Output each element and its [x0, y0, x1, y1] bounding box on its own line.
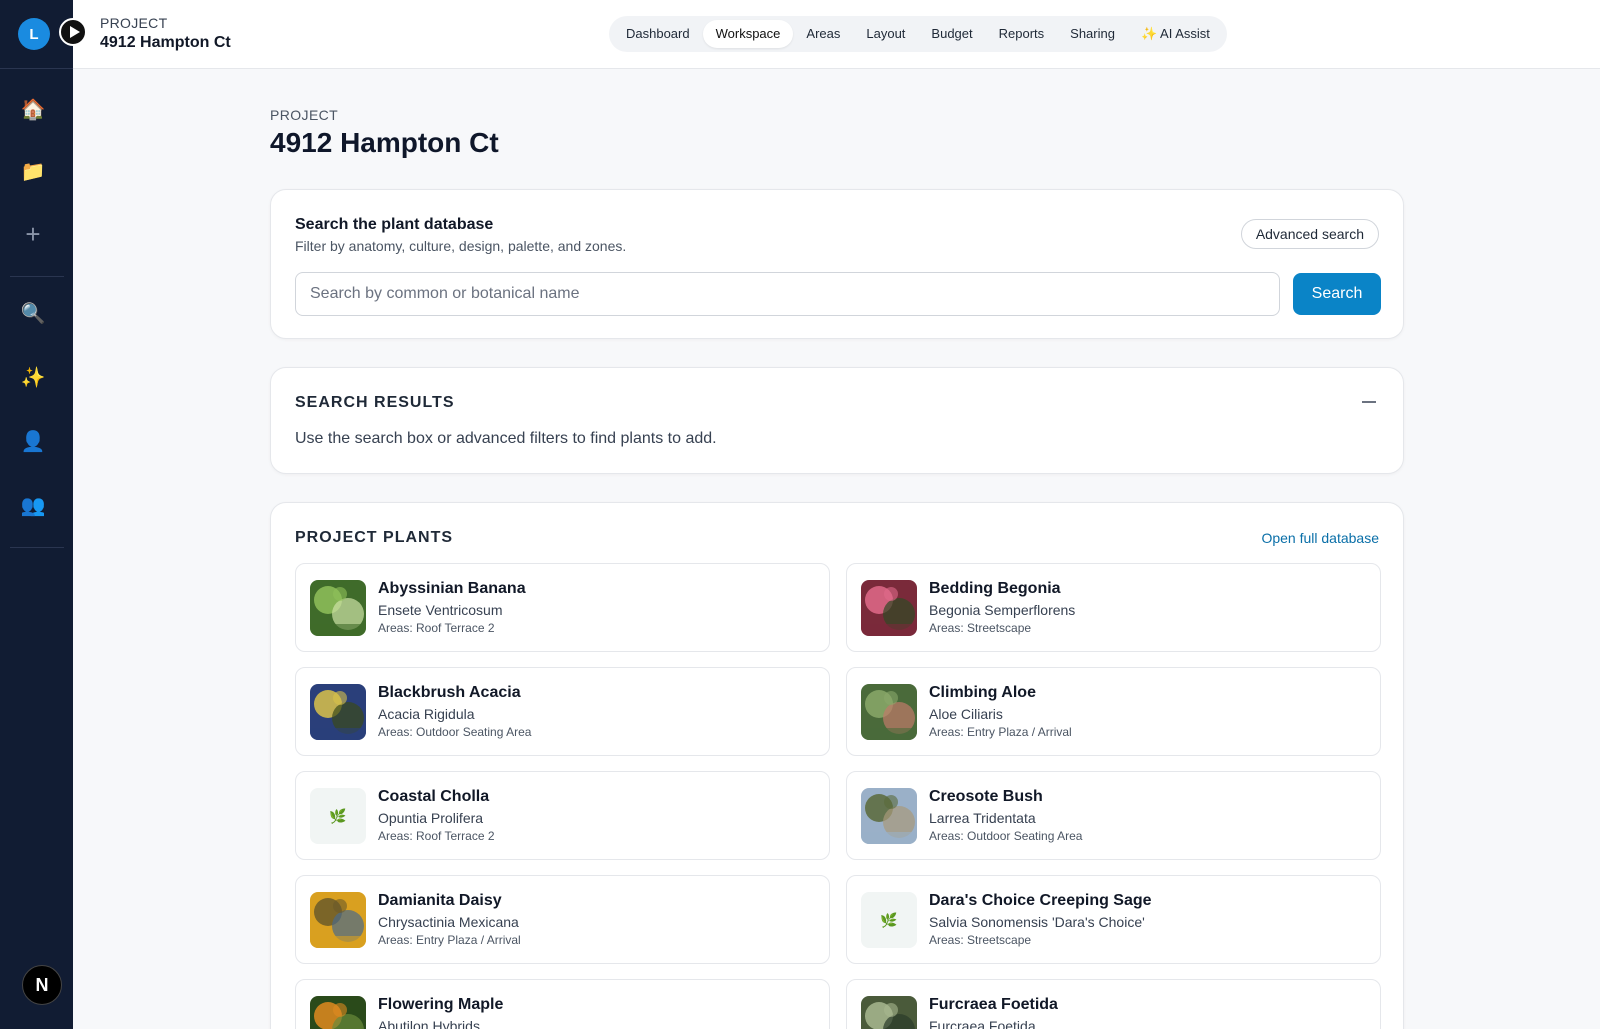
plant-botanical-name: Ensete Ventricosum — [378, 602, 503, 618]
top-nav: Dashboard Workspace Areas Layout Budget … — [609, 16, 1227, 52]
plant-card[interactable]: Abyssinian Banana Ensete Ventricosum Areas… — [295, 563, 830, 652]
user-icon[interactable]: 👤 — [12, 420, 54, 462]
plant-areas: Areas: Streetscape — [929, 933, 1032, 947]
app-logo[interactable]: L — [18, 18, 50, 50]
plant-photo — [861, 684, 917, 740]
plant-name: Furcraea Foetida — [929, 996, 1058, 1013]
plant-botanical-name: Opuntia Prolifera — [378, 810, 484, 826]
tab-dashboard[interactable]: Dashboard — [613, 20, 703, 48]
search-title: Search the plant database — [295, 216, 494, 233]
header-title: 4912 Hampton Ct — [100, 34, 231, 51]
search-button[interactable]: Search — [1293, 273, 1381, 315]
folder-icon[interactable]: 📁 — [12, 150, 54, 192]
plant-card[interactable]: Climbing Aloe Aloe Ciliaris Areas: Entry P… — [846, 667, 1381, 756]
plant-photo — [310, 892, 366, 948]
plant-card[interactable]: Damianita Daisy Chrysactinia Mexicana Area… — [295, 875, 830, 964]
search-results-card: SEARCH RESULTS Use the search box or adv… — [270, 367, 1404, 474]
sparkle-icon[interactable]: ✨ — [12, 356, 54, 398]
plant-card[interactable]: Creosote Bush Larrea Tridentata Areas: Out… — [846, 771, 1381, 860]
plant-botanical-name: Aloe Ciliaris — [929, 706, 1003, 722]
plant-botanical-name: Acacia Rigidula — [378, 706, 475, 722]
results-title: SEARCH RESULTS — [295, 394, 455, 411]
plant-botanical-name: Begonia Semperflorens — [929, 602, 1076, 618]
plant-photo — [310, 684, 366, 740]
plant-botanical-name: Salvia Sonomensis 'Dara's Choice' — [929, 914, 1145, 930]
header-kicker: PROJECT — [100, 15, 168, 31]
plant-card[interactable]: Furcraea Foetida Furcraea Foetida — [846, 979, 1381, 1029]
tab-sharing[interactable]: Sharing — [1057, 20, 1128, 48]
plant-name: Blackbrush Acacia — [378, 684, 521, 701]
open-database-link[interactable]: Open full database — [1261, 530, 1379, 546]
leaf-icon: 🌿 — [861, 892, 917, 948]
plant-areas: Areas: Roof Terrace 2 — [378, 621, 495, 635]
sidebar-divider — [0, 68, 73, 69]
plant-photo — [861, 996, 917, 1029]
plant-areas: Areas: Entry Plaza / Arrival — [378, 933, 521, 947]
tab-budget[interactable]: Budget — [918, 20, 985, 48]
main-content: PROJECT 4912 Hampton Ct Search the plant… — [270, 100, 1404, 1029]
plant-name: Climbing Aloe — [929, 684, 1036, 701]
plant-photo — [310, 580, 366, 636]
plant-grid: Abyssinian Banana Ensete Ventricosum Areas… — [295, 563, 1381, 1029]
plant-card[interactable]: Blackbrush Acacia Acacia Rigidula Areas: O… — [295, 667, 830, 756]
sidebar-divider — [10, 547, 64, 548]
plant-name: Creosote Bush — [929, 788, 1043, 805]
plant-botanical-name: Larrea Tridentata — [929, 810, 1036, 826]
plant-botanical-name: Abutilon Hybrids — [378, 1018, 480, 1029]
plant-photo — [861, 788, 917, 844]
plants-title: PROJECT PLANTS — [295, 529, 454, 546]
team-icon[interactable]: 👥 — [12, 484, 54, 526]
page-title: 4912 Hampton Ct — [270, 127, 499, 158]
search-card: Search the plant database Filter by anat… — [270, 189, 1404, 339]
tab-workspace[interactable]: Workspace — [702, 20, 794, 48]
plant-photo — [310, 996, 366, 1029]
plant-card[interactable]: Bedding Begonia Begonia Semperflorens Area… — [846, 563, 1381, 652]
plant-card[interactable]: 🌿 Coastal Cholla Opuntia Prolifera Areas: R… — [295, 771, 830, 860]
search-input[interactable] — [295, 272, 1280, 316]
tab-layout[interactable]: Layout — [853, 20, 918, 48]
play-icon[interactable] — [59, 18, 87, 46]
top-header: PROJECT 4912 Hampton Ct Dashboard Worksp… — [59, 0, 1600, 69]
results-message: Use the search box or advanced filters t… — [295, 430, 717, 447]
plant-areas: Areas: Outdoor Seating Area — [378, 725, 532, 739]
plant-botanical-name: Furcraea Foetida — [929, 1018, 1036, 1029]
next-badge[interactable]: N — [22, 965, 62, 1005]
plant-name: Abyssinian Banana — [378, 580, 526, 597]
home-icon[interactable]: 🏠 — [12, 88, 54, 130]
plant-name: Coastal Cholla — [378, 788, 490, 805]
page-kicker: PROJECT — [270, 107, 339, 123]
search-subtitle: Filter by anatomy, culture, design, pale… — [295, 238, 627, 254]
plant-areas: Areas: Streetscape — [929, 621, 1032, 635]
plant-botanical-name: Chrysactinia Mexicana — [378, 914, 519, 930]
leaf-icon: 🌿 — [310, 788, 366, 844]
add-icon[interactable]: + — [12, 213, 54, 255]
tab-reports[interactable]: Reports — [986, 20, 1058, 48]
plant-photo — [861, 580, 917, 636]
tab-ai-assist[interactable]: ✨ AI Assist — [1128, 20, 1223, 48]
sidebar-divider — [10, 276, 64, 277]
plant-areas: Areas: Entry Plaza / Arrival — [929, 725, 1072, 739]
advanced-search-button[interactable]: Advanced search — [1240, 219, 1379, 249]
plant-areas: Areas: Roof Terrace 2 — [378, 829, 495, 843]
plant-name: Bedding Begonia — [929, 580, 1061, 597]
plant-card[interactable]: 🌿 Dara's Choice Creeping Sage Salvia Sonom… — [846, 875, 1381, 964]
plant-name: Flowering Maple — [378, 996, 504, 1013]
tab-areas[interactable]: Areas — [793, 20, 853, 48]
project-plants-card: PROJECT PLANTS Open full database Abyssi… — [270, 502, 1404, 1029]
plant-name: Dara's Choice Creeping Sage — [929, 892, 1152, 909]
plant-card[interactable]: Flowering Maple Abutilon Hybrids — [295, 979, 830, 1029]
search-icon[interactable]: 🔍 — [12, 292, 54, 334]
sidebar: L 🏠 📁 + 🔍 ✨ 👤 👥 N — [0, 0, 73, 1029]
collapse-icon[interactable] — [1357, 390, 1381, 414]
plant-name: Damianita Daisy — [378, 892, 502, 909]
plant-areas: Areas: Outdoor Seating Area — [929, 829, 1083, 843]
